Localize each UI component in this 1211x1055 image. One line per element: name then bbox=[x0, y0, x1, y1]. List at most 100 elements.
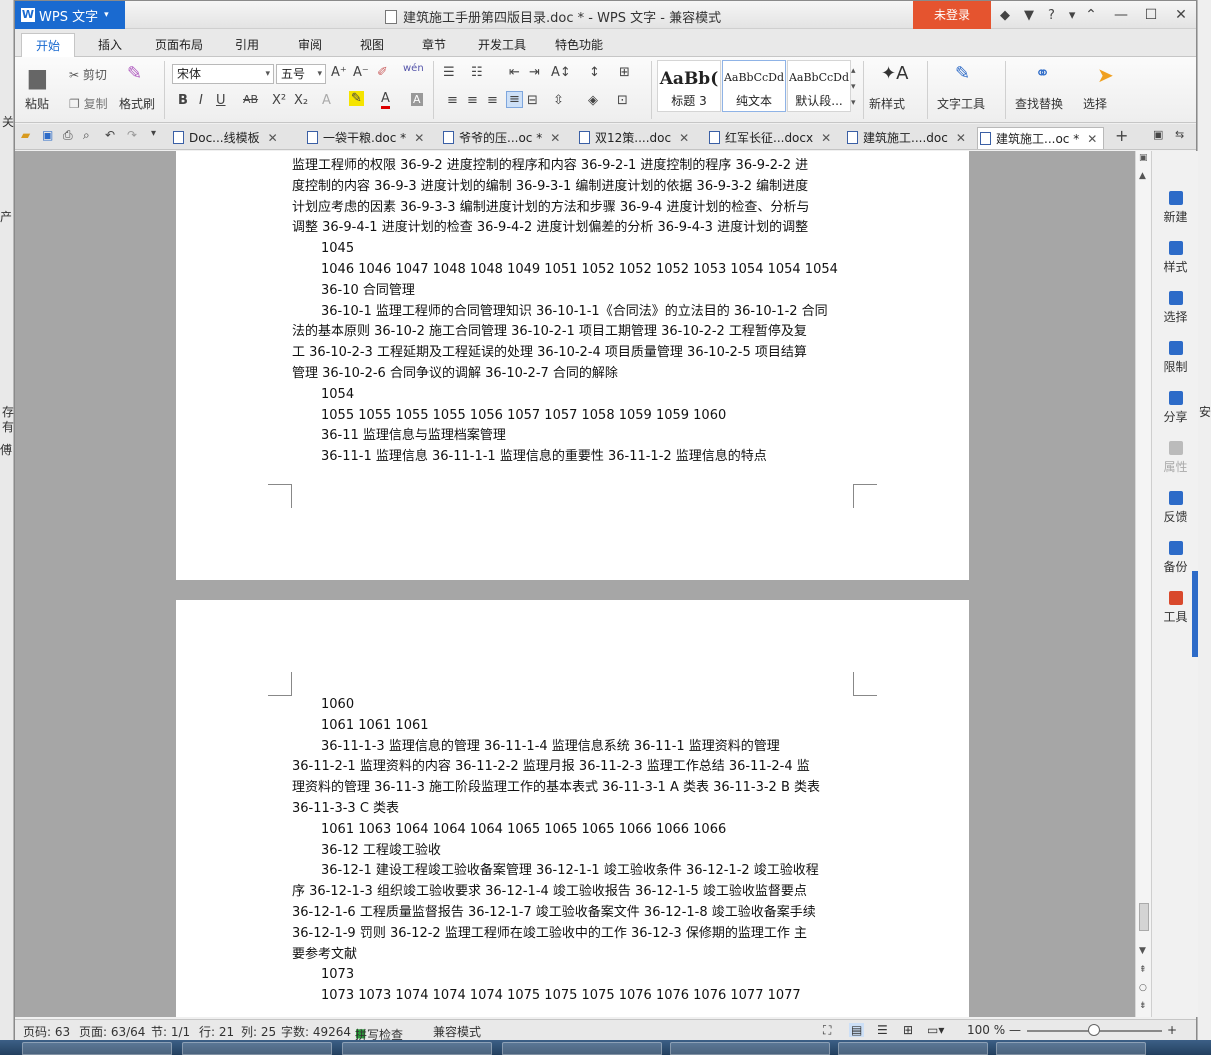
tab-developer[interactable]: 开发工具 bbox=[478, 33, 526, 57]
document-text-line[interactable]: 36-11-2-1 监理资料的内容 36-11-2-2 监理月报 36-11-2… bbox=[292, 757, 854, 778]
document-text-line[interactable]: 法的基本原则 36-10-2 施工合同管理 36-10-2-1 项目工期管理 3… bbox=[292, 322, 854, 343]
style-plain-text[interactable]: AaBbCcDd 纯文本 bbox=[722, 60, 786, 112]
browse-object-icon[interactable]: ○ bbox=[1139, 983, 1147, 993]
document-text-line[interactable]: 36-10 合同管理 bbox=[321, 281, 883, 302]
document-text-line[interactable]: 36-12-1-6 工程质量监督报告 36-12-1-7 竣工验收备案文件 36… bbox=[292, 903, 854, 924]
taskbar-button[interactable] bbox=[182, 1042, 332, 1055]
zoom-slider-knob[interactable] bbox=[1088, 1024, 1100, 1036]
previous-page-icon[interactable]: ⇞ bbox=[1139, 965, 1147, 975]
redo-icon[interactable]: ↷ bbox=[127, 128, 137, 142]
strikethrough-icon[interactable]: AB bbox=[243, 93, 258, 106]
document-text-line[interactable]: 要参考文献 bbox=[292, 945, 854, 966]
document-text-line[interactable]: 1045 bbox=[321, 239, 883, 260]
document-text-line[interactable]: 监理工程师的权限 36-9-2 进度控制的程序和内容 36-9-2-1 进度控制… bbox=[292, 156, 854, 177]
document-text-line[interactable]: 序 36-12-1-3 组织竣工验收要求 36-12-1-4 竣工验收报告 36… bbox=[292, 882, 854, 903]
scroll-thumb[interactable] bbox=[1139, 903, 1149, 931]
zoom-in-icon[interactable]: + bbox=[1167, 1023, 1177, 1037]
document-page[interactable]: 1060 1061 1061 1061 36-11-1-3 监理信息的管理 36-1… bbox=[176, 600, 969, 1017]
save-icon[interactable]: ▣ bbox=[42, 128, 53, 142]
table-icon[interactable]: ⊞ bbox=[619, 65, 630, 80]
copy-button[interactable]: ❐ 复制 bbox=[69, 95, 108, 112]
document-text-line[interactable]: 1061 1061 1061 bbox=[321, 716, 883, 737]
doc-tab[interactable]: 双12策....doc ✕ bbox=[577, 127, 689, 149]
web-view-icon[interactable]: ⊞ bbox=[903, 1023, 913, 1037]
font-color-icon[interactable]: A bbox=[381, 91, 390, 109]
align-center-icon[interactable]: ≡ bbox=[467, 93, 478, 108]
find-replace-button[interactable]: 查找替换 bbox=[1015, 95, 1063, 112]
close-tab-icon[interactable]: ✕ bbox=[268, 131, 278, 145]
document-text-line[interactable]: 36-12 工程竣工验收 bbox=[321, 841, 883, 862]
page-view-icon[interactable]: ▤ bbox=[849, 1023, 865, 1037]
app-menu-button[interactable]: W WPS 文字 ▾ bbox=[15, 1, 125, 29]
format-painter-button[interactable]: 格式刷 bbox=[119, 95, 155, 112]
close-tab-icon[interactable]: ✕ bbox=[956, 131, 966, 145]
close-tab-icon[interactable]: ✕ bbox=[1087, 132, 1097, 146]
close-tab-icon[interactable]: ✕ bbox=[821, 131, 831, 145]
style-heading3[interactable]: AaBb( 标题 3 bbox=[657, 60, 721, 112]
print-preview-icon[interactable]: ⌕ bbox=[83, 128, 90, 143]
text-tools-button[interactable]: 文字工具 bbox=[937, 95, 985, 112]
numbered-list-icon[interactable]: ☷ bbox=[471, 65, 483, 80]
document-text-line[interactable]: 36-10-1 监理工程师的合同管理知识 36-10-1-1《合同法》的立法目的… bbox=[321, 302, 883, 323]
document-text-line[interactable]: 36-11 监理信息与监理档案管理 bbox=[321, 426, 883, 447]
justify-icon[interactable]: ≡ bbox=[506, 91, 523, 108]
font-name-select[interactable]: 宋体 bbox=[172, 64, 274, 84]
tab-insert[interactable]: 插入 bbox=[98, 33, 122, 57]
align-right-icon[interactable]: ≡ bbox=[487, 93, 498, 108]
align-left-icon[interactable]: ≡ bbox=[447, 93, 458, 108]
document-text-line[interactable]: 1060 bbox=[321, 695, 883, 716]
document-text-line[interactable]: 调整 36-9-4-1 进度计划的检查 36-9-4-2 进度计划偏差的分析 3… bbox=[292, 218, 854, 239]
collapse-ribbon-icon[interactable]: ⌃ bbox=[1076, 1, 1106, 29]
underline-icon[interactable]: U bbox=[216, 93, 226, 108]
change-case-icon[interactable]: A↕ bbox=[551, 65, 571, 80]
zoom-out-icon[interactable]: — bbox=[1009, 1023, 1021, 1037]
tab-switch-icon[interactable]: ⇆ bbox=[1175, 128, 1184, 141]
tab-references[interactable]: 引用 bbox=[235, 33, 259, 57]
doc-tab[interactable]: Doc...线模板 ✕ bbox=[171, 127, 278, 149]
fullscreen-view-icon[interactable]: ⛶ bbox=[823, 1023, 831, 1038]
italic-icon[interactable]: I bbox=[199, 93, 203, 108]
close-tab-icon[interactable]: ✕ bbox=[679, 131, 689, 145]
panel-select[interactable]: 选择 bbox=[1152, 291, 1199, 325]
border-icon[interactable]: ⊡ bbox=[617, 93, 628, 108]
document-text-line[interactable]: 1073 bbox=[321, 965, 883, 986]
subscript-icon[interactable]: X₂ bbox=[294, 93, 308, 108]
increase-indent-icon[interactable]: ⇥ bbox=[529, 65, 540, 80]
document-text-line[interactable]: 36-12-1-9 罚则 36-12-2 监理工程师在竣工验收中的工作 36-1… bbox=[292, 924, 854, 945]
document-text-line[interactable]: 36-11-1-3 监理信息的管理 36-11-1-4 监理信息系统 36-11… bbox=[321, 737, 883, 758]
pinyin-icon[interactable]: wén bbox=[403, 63, 424, 74]
panel-collapse-handle[interactable] bbox=[1192, 571, 1198, 657]
quick-access-more-icon[interactable]: ▾ bbox=[151, 128, 156, 139]
new-tab-icon[interactable]: + bbox=[1115, 126, 1128, 145]
superscript-icon[interactable]: X² bbox=[272, 93, 286, 108]
shirt-icon[interactable]: ▼ bbox=[1024, 8, 1034, 23]
panel-restrict[interactable]: 限制 bbox=[1152, 341, 1199, 375]
cut-button[interactable]: ✂ 剪切 bbox=[69, 66, 107, 83]
panel-backup[interactable]: 备份 bbox=[1152, 541, 1199, 575]
doc-tab[interactable]: 爷爷的压...oc * ✕ bbox=[441, 127, 560, 149]
char-shading-icon[interactable]: A bbox=[411, 93, 423, 106]
bullet-list-icon[interactable]: ☰ bbox=[443, 65, 455, 80]
tab-view[interactable]: 视图 bbox=[360, 33, 384, 57]
taskbar-button[interactable] bbox=[502, 1042, 662, 1055]
document-page[interactable]: 监理工程师的权限 36-9-2 进度控制的程序和内容 36-9-2-1 进度控制… bbox=[176, 151, 969, 580]
bold-icon[interactable]: B bbox=[178, 93, 188, 108]
document-text-line[interactable]: 1054 bbox=[321, 385, 883, 406]
scroll-up-icon[interactable]: ▲ bbox=[1139, 171, 1146, 181]
paste-button[interactable]: 粘贴 bbox=[25, 95, 49, 112]
new-style-button[interactable]: 新样式 bbox=[869, 95, 905, 112]
tab-features[interactable]: 特色功能 bbox=[555, 33, 603, 57]
document-text-line[interactable]: 工 36-10-2-3 工程延期及工程延误的处理 36-10-2-4 项目质量管… bbox=[292, 343, 854, 364]
login-button[interactable]: 未登录 bbox=[913, 1, 991, 29]
minimize-button[interactable]: — bbox=[1106, 1, 1136, 29]
document-text-line[interactable]: 36-11-3-3 C 类表 bbox=[292, 799, 854, 820]
clear-format-icon[interactable]: ✐ bbox=[377, 65, 388, 80]
document-text-line[interactable]: 1061 1063 1064 1064 1064 1065 1065 1065 … bbox=[321, 820, 883, 841]
taskbar-button[interactable] bbox=[670, 1042, 830, 1055]
document-text-line[interactable]: 1073 1073 1074 1074 1074 1075 1075 1075 … bbox=[321, 986, 883, 1007]
next-page-icon[interactable]: ⇟ bbox=[1139, 1001, 1147, 1011]
doc-tab[interactable]: 一袋干粮.doc * ✕ bbox=[305, 127, 424, 149]
font-size-select[interactable]: 五号 bbox=[276, 64, 326, 84]
taskbar-button[interactable] bbox=[838, 1042, 988, 1055]
document-workspace[interactable]: 监理工程师的权限 36-9-2 进度控制的程序和内容 36-9-2-1 进度控制… bbox=[15, 151, 1135, 1017]
